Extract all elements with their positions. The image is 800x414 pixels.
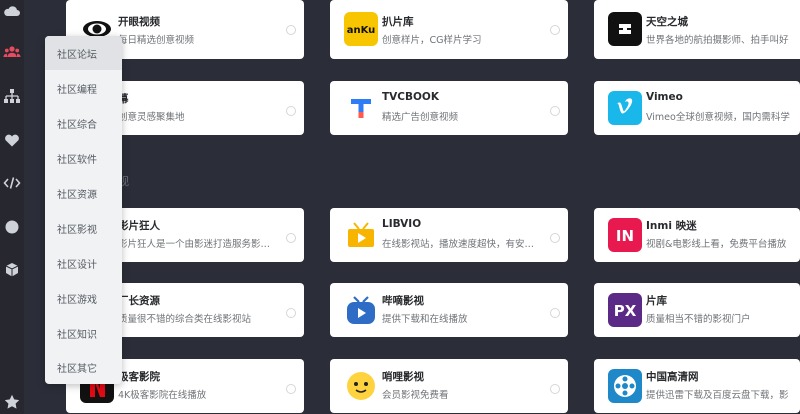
info-icon[interactable] xyxy=(286,384,296,394)
px-logo: PX xyxy=(608,293,642,327)
menu-item-software[interactable]: 社区软件 xyxy=(45,141,122,175)
menu-item-resources[interactable]: 社区资源 xyxy=(45,176,122,210)
info-icon[interactable] xyxy=(286,106,296,116)
site-card[interactable]: PX 片库 质量相当不错的影视门户 xyxy=(594,283,800,337)
card-title: 开眼视频 xyxy=(118,16,160,28)
sidebar xyxy=(0,0,24,414)
card-title: 极客影院 xyxy=(118,371,160,383)
heart-icon[interactable] xyxy=(3,131,21,149)
info-icon[interactable] xyxy=(550,384,560,394)
site-card[interactable]: Vimeo Vimeo全球创意视频，国内需科学 xyxy=(594,81,800,135)
card-description: 质量相当不错的影视门户 xyxy=(646,314,751,325)
card-description: 创意灵感聚集地 xyxy=(118,112,185,123)
tv-logo xyxy=(344,293,378,327)
svg-text:IN: IN xyxy=(616,227,634,245)
card-title: TVCBOOK xyxy=(382,91,439,103)
menu-item-forum[interactable]: 社区论坛 xyxy=(45,36,122,70)
card-title: Inmi 映迷 xyxy=(646,220,697,232)
site-card[interactable]: 中国高清网 提供迅雷下载及百度云盘下载，影 xyxy=(594,359,800,413)
card-description: 质量很不错的综合类在线影视站 xyxy=(118,314,252,325)
site-card[interactable]: LIBVIO 在线影视站，播放速度超快，有安… xyxy=(330,208,568,262)
svg-text:PX: PX xyxy=(614,302,637,320)
film-reel-logo xyxy=(608,369,642,403)
card-title: 影片狂人 xyxy=(118,220,160,232)
card-description: Vimeo全球创意视频，国内需科学 xyxy=(646,112,790,123)
card-description: 影片狂人是一个由影迷打造服务影… xyxy=(118,239,271,250)
vimeo-logo xyxy=(608,91,642,125)
card-title: 哔嘀影视 xyxy=(382,295,424,307)
info-icon[interactable] xyxy=(550,106,560,116)
card-description: 会员影视免费看 xyxy=(382,390,449,401)
site-card[interactable]: 哔嘀影视 提供下载和在线播放 xyxy=(330,283,568,337)
svg-text:anKu: anKu xyxy=(347,25,376,36)
cube-icon[interactable] xyxy=(3,261,21,279)
info-icon[interactable] xyxy=(286,233,296,243)
menu-item-design[interactable]: 社区设计 xyxy=(45,246,122,280)
card-description: 在线影视站，播放速度超快，有安… xyxy=(382,239,535,250)
site-card[interactable]: TVCBOOK 精选广告创意视频 xyxy=(330,81,568,135)
card-title: Vimeo xyxy=(646,91,683,103)
card-description: 视剧&电影线上看，免费平台播放 xyxy=(646,239,787,250)
card-description: 创意样片，CG样片学习 xyxy=(382,35,482,46)
menu-item-movies[interactable]: 社区影视 xyxy=(45,211,122,245)
tvcbook-logo xyxy=(344,91,378,125)
card-title: 天空之城 xyxy=(646,16,688,28)
star-icon[interactable] xyxy=(3,393,21,411)
card-description: 4K极客影院在线播放 xyxy=(118,390,207,401)
inmi-logo: IN xyxy=(608,218,642,252)
skypixel-logo xyxy=(608,12,642,46)
menu-item-knowledge[interactable]: 社区知识 xyxy=(45,316,122,350)
community-dropdown-menu: 社区论坛 社区编程 社区综合 社区软件 社区资源 社区影视 社区设计 社区游戏 … xyxy=(45,36,122,384)
site-card[interactable]: 天空之城 世界各地的航拍摄影师、拍手叫好 xyxy=(594,0,800,59)
info-icon[interactable] xyxy=(550,233,560,243)
card-title: 哨哩影视 xyxy=(382,371,424,383)
card-title: 片库 xyxy=(646,295,667,307)
card-title: 厂长资源 xyxy=(118,295,160,307)
code-icon[interactable] xyxy=(3,174,21,192)
menu-item-games[interactable]: 社区游戏 xyxy=(45,281,122,315)
site-card[interactable]: IN Inmi 映迷 视剧&电影线上看，免费平台播放 xyxy=(594,208,800,262)
card-title: LIBVIO xyxy=(382,218,422,230)
circle-icon[interactable] xyxy=(3,218,21,236)
cloud-icon[interactable] xyxy=(3,2,21,20)
card-description: 精选广告创意视频 xyxy=(382,112,459,123)
site-card[interactable]: anKu 扒片库 创意样片，CG样片学习 xyxy=(330,0,568,59)
card-description: 提供下载和在线播放 xyxy=(382,314,468,325)
info-icon[interactable] xyxy=(550,308,560,318)
card-description: 世界各地的航拍摄影师、拍手叫好 xyxy=(646,35,789,46)
info-icon[interactable] xyxy=(550,25,560,35)
card-title: 中国高清网 xyxy=(646,371,699,383)
info-icon[interactable] xyxy=(286,308,296,318)
emoji-logo xyxy=(344,369,378,403)
card-description: 提供迅雷下载及百度云盘下载，影 xyxy=(646,390,789,401)
libvio-logo xyxy=(344,218,378,252)
users-icon[interactable] xyxy=(3,43,21,61)
site-card[interactable]: 哨哩影视 会员影视免费看 xyxy=(330,359,568,413)
card-title: 扒片库 xyxy=(382,16,414,28)
card-description: 每日精选创意视频 xyxy=(118,35,195,46)
menu-item-programming[interactable]: 社区编程 xyxy=(45,71,122,105)
anku-logo: anKu xyxy=(344,12,378,46)
menu-item-general[interactable]: 社区综合 xyxy=(45,106,122,140)
sitemap-icon[interactable] xyxy=(3,87,21,105)
menu-item-other[interactable]: 社区其它 xyxy=(45,350,122,384)
info-icon[interactable] xyxy=(286,25,296,35)
